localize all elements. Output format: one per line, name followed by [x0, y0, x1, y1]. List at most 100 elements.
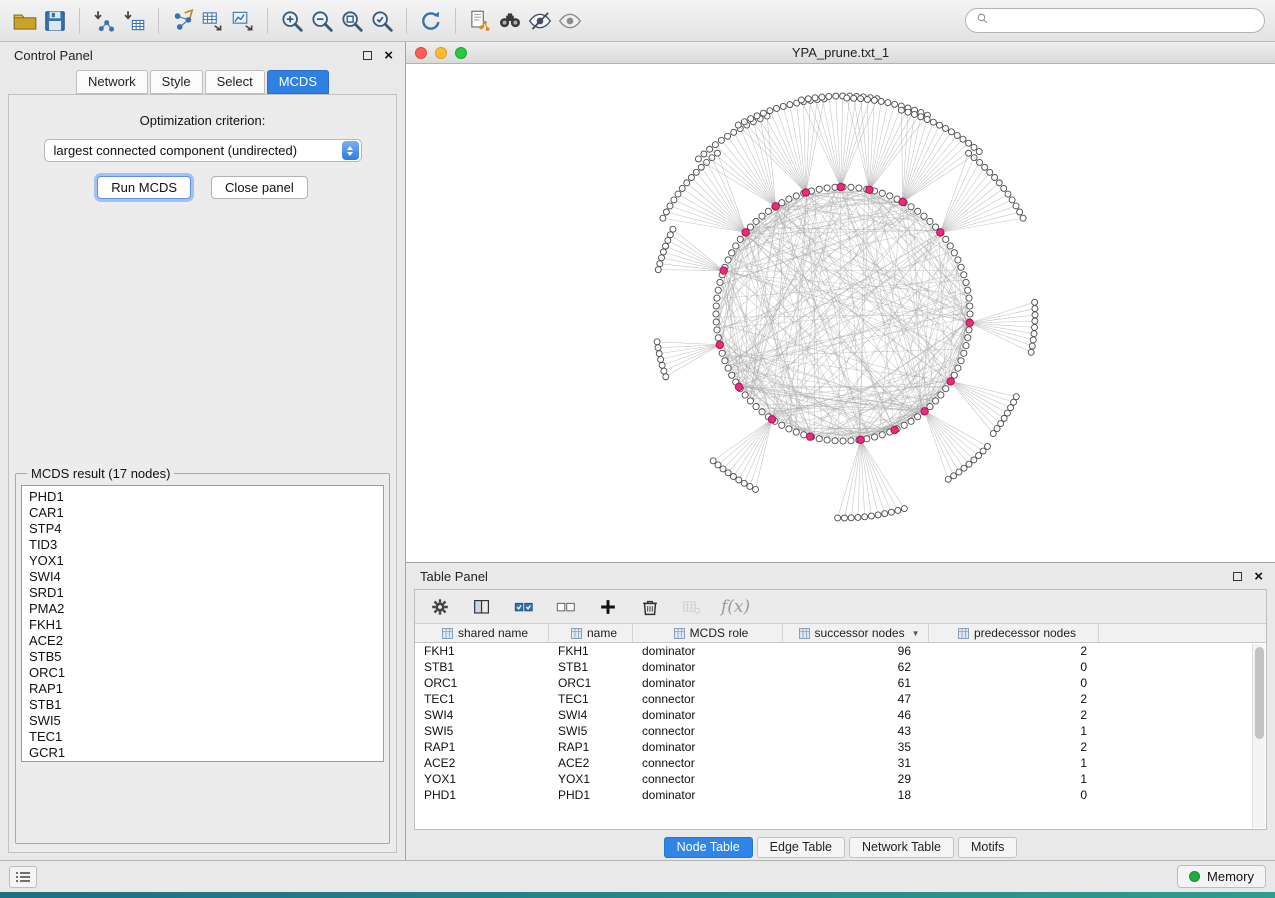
column-header-MCDS-role[interactable]: MCDS role: [633, 624, 783, 642]
mcds-result-item[interactable]: RAP1: [29, 681, 383, 697]
binoculars-icon[interactable]: [495, 6, 525, 36]
float-panel-icon[interactable]: [363, 51, 372, 60]
table-row[interactable]: PHD1PHD1dominator180: [415, 787, 1266, 803]
mcds-result-item[interactable]: TID3: [29, 537, 383, 553]
zoom-selected-icon[interactable]: [367, 6, 397, 36]
cell-name: ACE2: [549, 756, 633, 770]
import-table-icon[interactable]: [119, 6, 149, 36]
table-header-row: shared namenameMCDS rolesuccessor nodes▼…: [415, 624, 1266, 643]
import-net-icon[interactable]: [89, 6, 119, 36]
main-area: Control Panel × NetworkStyleSelectMCDS O…: [0, 42, 1275, 860]
mcds-result-item[interactable]: SRD1: [29, 585, 383, 601]
cell-successor: 18: [783, 788, 929, 802]
table-scrollbar-thumb[interactable]: [1255, 647, 1264, 739]
table-row[interactable]: ORC1ORC1dominator610: [415, 675, 1266, 691]
mcds-result-item[interactable]: FKH1: [29, 617, 383, 633]
refresh-icon[interactable]: [416, 6, 446, 36]
table-rows: FKH1FKH1dominator962STB1STB1dominator620…: [415, 643, 1266, 829]
float-table-panel-icon[interactable]: [1233, 572, 1242, 581]
eye-slash-icon[interactable]: [525, 6, 555, 36]
mcds-result-item[interactable]: ORC1: [29, 665, 383, 681]
window-minimize-button[interactable]: [435, 47, 447, 59]
column-header-name[interactable]: name: [549, 624, 633, 642]
tab-mcds[interactable]: MCDS: [267, 70, 329, 94]
cell-mcds_role: connector: [633, 756, 783, 770]
table-row[interactable]: SWI5SWI5connector431: [415, 723, 1266, 739]
doc-share-icon[interactable]: [465, 6, 495, 36]
table-export-icon[interactable]: [198, 6, 228, 36]
delete-column-icon[interactable]: [637, 594, 663, 620]
mcds-result-item[interactable]: STP4: [29, 521, 383, 537]
network-share-icon[interactable]: [168, 6, 198, 36]
column-header-successor-nodes[interactable]: successor nodes▼: [783, 624, 929, 642]
cell-predecessor: 1: [929, 724, 1099, 738]
network-canvas[interactable]: [406, 64, 1275, 562]
deselect-all-icon[interactable]: [553, 594, 579, 620]
mcds-result-item[interactable]: GCR1: [29, 745, 383, 761]
show-columns-icon[interactable]: [469, 594, 495, 620]
mcds-result-list[interactable]: PHD1CAR1STP4TID3YOX1SWI4SRD1PMA2FKH1ACE2…: [21, 485, 384, 762]
column-header-predecessor-nodes[interactable]: predecessor nodes: [929, 624, 1099, 642]
mcds-result-item[interactable]: STB1: [29, 697, 383, 713]
cell-name: ORC1: [549, 676, 633, 690]
cell-predecessor: 1: [929, 772, 1099, 786]
cell-mcds_role: connector: [633, 724, 783, 738]
window-maximize-button[interactable]: [455, 47, 467, 59]
close-panel-button[interactable]: Close panel: [211, 176, 308, 199]
cell-mcds_role: dominator: [633, 644, 783, 658]
tab-network[interactable]: Network: [76, 70, 148, 94]
zoom-out-icon[interactable]: [307, 6, 337, 36]
image-export-icon[interactable]: [228, 6, 258, 36]
table-row[interactable]: RAP1RAP1dominator352: [415, 739, 1266, 755]
mcds-result-item[interactable]: YOX1: [29, 553, 383, 569]
folder-icon[interactable]: [10, 6, 40, 36]
table-row[interactable]: YOX1YOX1connector291: [415, 771, 1266, 787]
search-input[interactable]: [995, 13, 1254, 28]
cell-name: PHD1: [549, 788, 633, 802]
run-mcds-button[interactable]: Run MCDS: [97, 176, 191, 199]
cell-shared_name: RAP1: [415, 740, 549, 754]
cell-name: FKH1: [549, 644, 633, 658]
cell-predecessor: 0: [929, 788, 1099, 802]
mcds-result-group: MCDS result (17 nodes) PHD1CAR1STP4TID3Y…: [15, 466, 390, 844]
mcds-result-item[interactable]: PHD1: [29, 489, 383, 505]
select-all-icon[interactable]: [511, 594, 537, 620]
memory-button[interactable]: Memory: [1177, 865, 1266, 888]
search-field[interactable]: [965, 8, 1265, 33]
zoom-in-icon[interactable]: [277, 6, 307, 36]
table-row[interactable]: TEC1TEC1connector472: [415, 691, 1266, 707]
save-icon[interactable]: [40, 6, 70, 36]
tab-network-table[interactable]: Network Table: [849, 837, 954, 858]
table-row[interactable]: SWI4SWI4dominator462: [415, 707, 1266, 723]
table-scrollbar[interactable]: [1252, 644, 1265, 828]
tab-edge-table[interactable]: Edge Table: [757, 837, 845, 858]
tab-node-table[interactable]: Node Table: [664, 837, 753, 858]
eye-icon[interactable]: [555, 6, 585, 36]
mcds-result-item[interactable]: SWI5: [29, 713, 383, 729]
main-toolbar: [0, 0, 1275, 42]
mcds-result-item[interactable]: PMA2: [29, 601, 383, 617]
table-row[interactable]: STB1STB1dominator620: [415, 659, 1266, 675]
cell-successor: 62: [783, 660, 929, 674]
window-close-button[interactable]: [415, 47, 427, 59]
add-column-icon[interactable]: [595, 594, 621, 620]
cell-name: YOX1: [549, 772, 633, 786]
optimization-criterion-dropdown[interactable]: largest connected component (undirected): [44, 139, 362, 162]
table-settings-gear-icon[interactable]: [427, 594, 453, 620]
close-table-panel-icon[interactable]: ×: [1254, 569, 1263, 584]
close-panel-icon[interactable]: ×: [384, 48, 393, 63]
column-header-shared-name[interactable]: shared name: [415, 624, 549, 642]
table-row[interactable]: ACE2ACE2connector311: [415, 755, 1266, 771]
tab-motifs[interactable]: Motifs: [958, 837, 1017, 858]
mcds-result-item[interactable]: ACE2: [29, 633, 383, 649]
table-row[interactable]: FKH1FKH1dominator962: [415, 643, 1266, 659]
zoom-fit-icon[interactable]: [337, 6, 367, 36]
mcds-result-item[interactable]: STB5: [29, 649, 383, 665]
tab-select[interactable]: Select: [205, 70, 265, 94]
task-history-button[interactable]: [9, 866, 37, 888]
mcds-result-item[interactable]: SWI4: [29, 569, 383, 585]
mcds-result-item[interactable]: CAR1: [29, 505, 383, 521]
cell-successor: 29: [783, 772, 929, 786]
tab-style[interactable]: Style: [150, 70, 203, 94]
mcds-result-item[interactable]: TEC1: [29, 729, 383, 745]
